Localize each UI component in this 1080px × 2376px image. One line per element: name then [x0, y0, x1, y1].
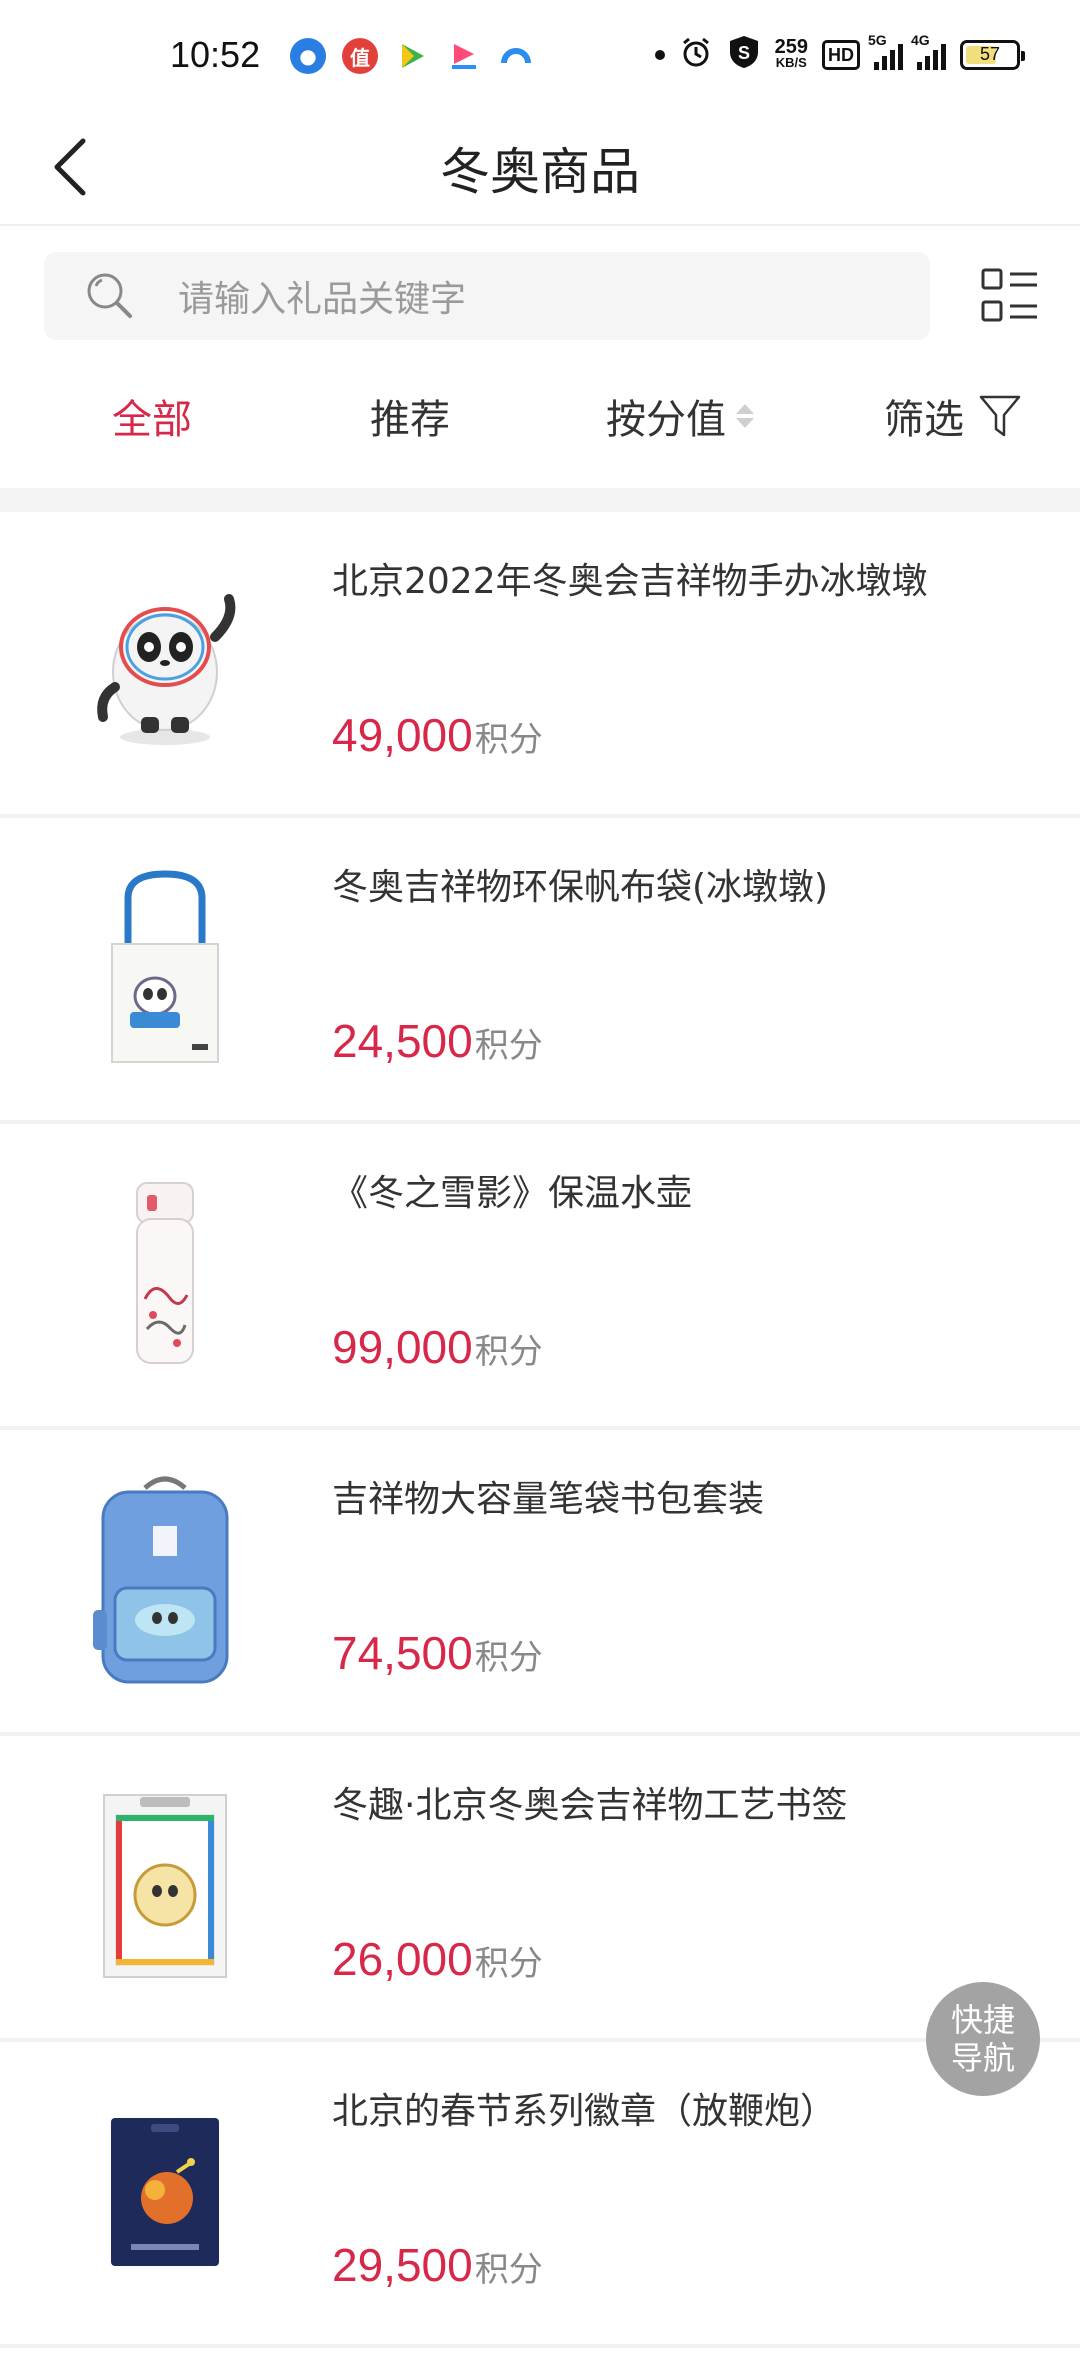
product-item[interactable]: 北京2022年冬奥会吉祥物手办冰墩墩 49,000 积分 — [0, 512, 1080, 818]
quick-nav-button[interactable]: 快捷 导航 — [926, 1982, 1040, 2096]
tote-bag-image — [70, 868, 260, 1068]
bookmark-image — [70, 1786, 260, 1986]
tab-filter[interactable]: 筛选 — [884, 356, 1022, 476]
circle-app-icon: ● — [290, 38, 326, 74]
price-value: 29,500 — [332, 2239, 473, 2291]
svg-text:S: S — [738, 43, 750, 63]
price-value: 24,500 — [332, 1015, 473, 1067]
page-title: 冬奥商品 — [440, 143, 640, 201]
price-row: 49,000 积分 — [332, 708, 543, 762]
status-app-icons: ● 值 — [290, 38, 534, 74]
mascot-figure-image — [70, 562, 260, 762]
filter-funnel-icon — [979, 395, 1021, 437]
product-item[interactable]: 北京的春节系列徽章（放鞭炮） 29,500 积分 — [0, 2042, 1080, 2348]
zhi-app-icon: 值 — [342, 38, 378, 74]
status-bar: 10:52 ● 值 S 259 KB/S HD 5G 4G 57 — [0, 0, 1080, 110]
product-name: 北京的春节系列徽章（放鞭炮） — [332, 2091, 837, 2132]
list-view-icon — [981, 268, 1037, 322]
hd-badge: HD — [822, 39, 860, 70]
product-item[interactable]: 冬趣·北京冬奥会吉祥物工艺书签 26,000 积分 — [0, 1736, 1080, 2042]
product-item[interactable]: 吉祥物大容量笔袋书包套装 74,500 积分 — [0, 1430, 1080, 1736]
product-list: 北京2022年冬奥会吉祥物手办冰墩墩 49,000 积分 冬奥吉祥物环保帆布袋(… — [0, 512, 1080, 2348]
signal-4g-icon: 4G — [911, 32, 946, 70]
product-name: 冬趣·北京冬奥会吉祥物工艺书签 — [332, 1785, 848, 1826]
battery-level: 57 — [979, 44, 1001, 64]
price-value: 99,000 — [332, 1321, 473, 1373]
price-unit: 积分 — [474, 2250, 543, 2290]
net-speed: 259 KB/S — [774, 35, 808, 70]
price-value: 26,000 — [332, 1933, 473, 1985]
swirl-app-icon — [498, 38, 534, 74]
search-icon — [87, 273, 132, 318]
product-name: 冬奥吉祥物环保帆布袋(冰墩墩) — [332, 867, 829, 908]
layout-toggle-button[interactable] — [980, 266, 1040, 326]
product-item[interactable]: 《冬之雪影》保温水壶 99,000 积分 — [0, 1124, 1080, 1430]
price-unit: 积分 — [474, 1944, 543, 1984]
tab-all[interactable]: 全部 — [112, 356, 192, 476]
alarm-icon — [679, 35, 713, 74]
shield-s-icon: S — [727, 34, 761, 75]
signal-5g-icon: 5G — [868, 32, 903, 70]
search-input[interactable]: 请输入礼品关键字 — [44, 252, 930, 340]
battery-icon: 57 — [960, 39, 1025, 70]
sort-arrows-icon — [736, 404, 754, 428]
tab-by-points[interactable]: 按分值 — [606, 356, 754, 476]
filter-tabs: 全部 推荐 按分值 筛选 — [0, 356, 1080, 476]
price-value: 49,000 — [332, 709, 473, 761]
product-name: 《冬之雪影》保温水壶 — [332, 1173, 693, 1214]
price-row: 99,000 积分 — [332, 1320, 543, 1374]
video-app-icon — [446, 38, 482, 74]
price-row: 29,500 积分 — [332, 2238, 543, 2292]
price-value: 74,500 — [332, 1627, 473, 1679]
section-divider — [0, 488, 1080, 512]
notification-dot-icon — [654, 49, 665, 60]
status-indicators: S 259 KB/S HD 5G 4G 57 — [654, 32, 1025, 75]
price-unit: 积分 — [474, 1638, 543, 1678]
search-placeholder: 请输入礼品关键字 — [178, 279, 467, 320]
price-row: 26,000 积分 — [332, 1932, 543, 1986]
status-time: 10:52 — [170, 34, 261, 75]
product-name: 吉祥物大容量笔袋书包套装 — [332, 1479, 765, 1520]
product-item[interactable]: 冬奥吉祥物环保帆布袋(冰墩墩) 24,500 积分 — [0, 818, 1080, 1124]
header-bar: 冬奥商品 — [0, 110, 1080, 226]
search-row: 请输入礼品关键字 — [0, 226, 1080, 356]
tab-recommended[interactable]: 推荐 — [370, 356, 450, 476]
price-unit: 积分 — [474, 720, 543, 760]
backpack-image — [70, 1476, 260, 1684]
price-row: 24,500 积分 — [332, 1014, 543, 1068]
thermos-image — [70, 1174, 260, 1374]
play-app-icon — [394, 38, 430, 74]
price-unit: 积分 — [474, 1026, 543, 1066]
product-name: 北京2022年冬奥会吉祥物手办冰墩墩 — [332, 561, 928, 602]
price-row: 74,500 积分 — [332, 1626, 543, 1680]
badge-image — [70, 2092, 260, 2292]
price-unit: 积分 — [474, 1332, 543, 1372]
